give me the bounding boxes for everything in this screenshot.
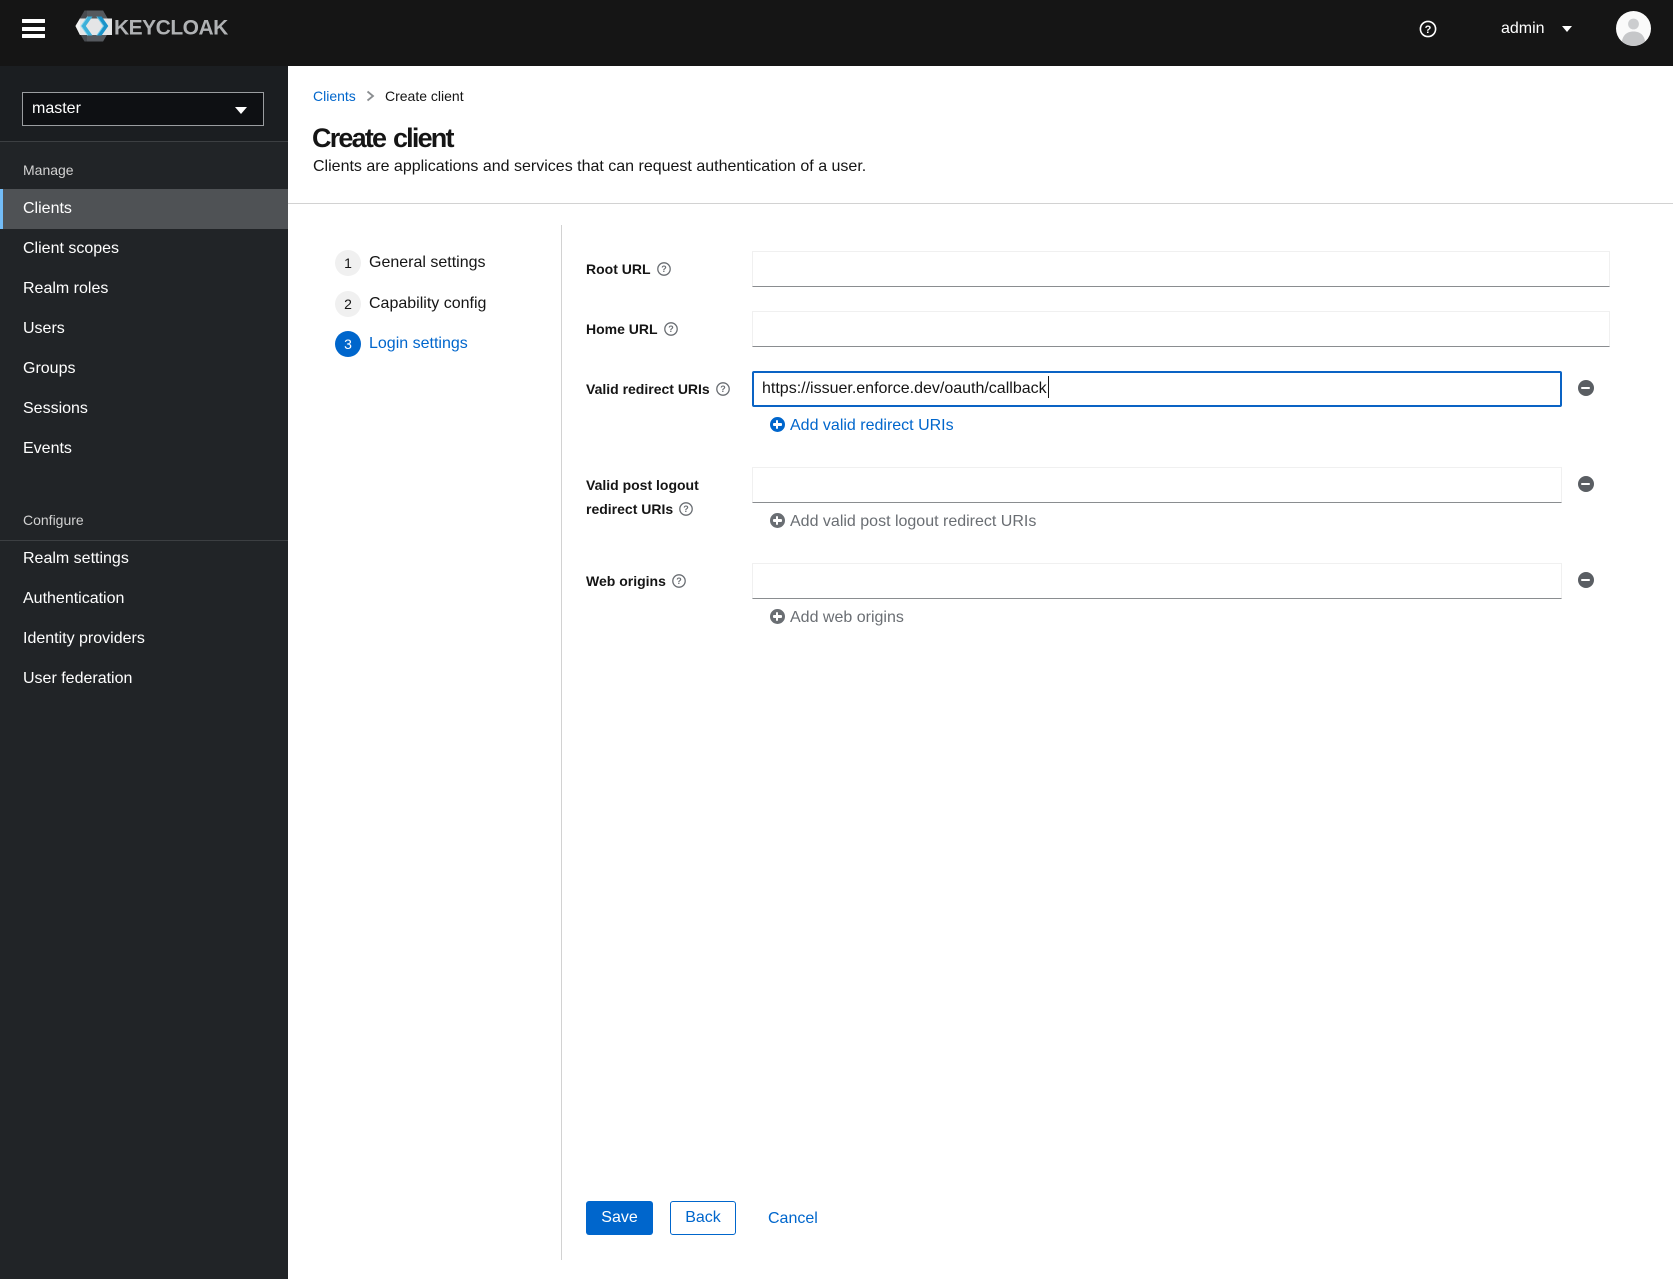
svg-text:?: ?	[668, 324, 674, 334]
svg-text:?: ?	[720, 384, 726, 394]
svg-text:?: ?	[676, 576, 682, 586]
svg-text:KEYCLOAK: KEYCLOAK	[114, 16, 228, 39]
svg-text:?: ?	[1425, 24, 1432, 36]
svg-text:?: ?	[661, 264, 667, 274]
svg-text:?: ?	[683, 504, 689, 514]
